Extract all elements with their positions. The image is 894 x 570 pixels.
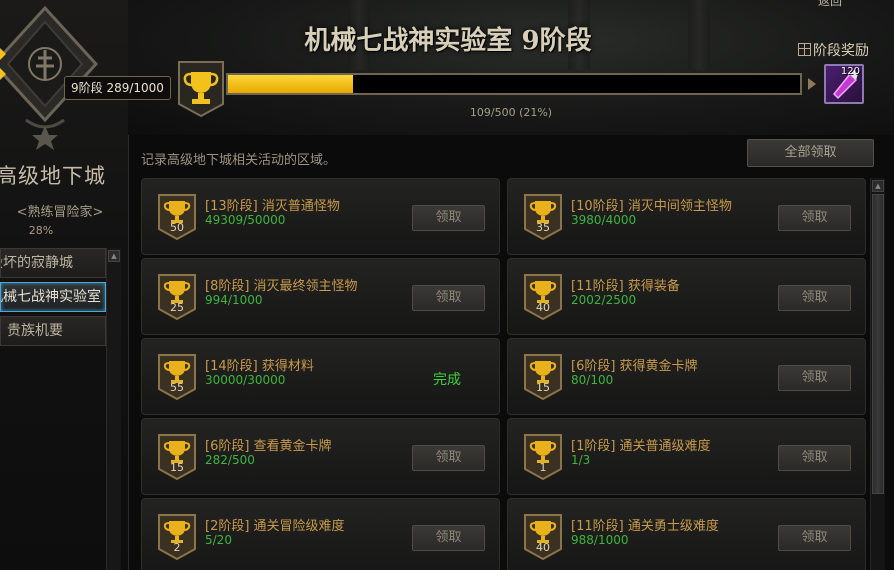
back-label: 返回	[818, 0, 843, 8]
quest-stage-number: 15	[536, 381, 550, 394]
stage-reward-label: 阶段奖励	[813, 43, 869, 59]
claim-button[interactable]: 领取	[412, 285, 485, 311]
sidebar-item-label: 毁坏的寂静城	[1, 255, 73, 271]
quest-stage-number: 15	[170, 461, 184, 474]
quest-progress: 282/500	[205, 453, 255, 467]
quest-card: 2 [2阶段] 通关冒险级难度 5/20 领取	[141, 498, 500, 570]
quest-progress: 3980/4000	[571, 213, 637, 227]
quest-title: [11阶段] 获得装备	[571, 279, 680, 294]
claim-button[interactable]: 领取	[778, 365, 851, 391]
quest-title: [14阶段] 获得材料	[205, 359, 314, 374]
quest-scrollbar[interactable]: ▲	[870, 178, 885, 570]
quest-title: [6阶段] 查看黄金卡牌	[205, 439, 332, 454]
claim-button[interactable]: 领取	[412, 525, 485, 551]
quest-card: 55 [14阶段] 获得材料 30000/30000 完成	[141, 338, 500, 415]
quest-card: 15 [6阶段] 获得黄金卡牌 80/100 领取	[507, 338, 866, 415]
sidebar-item-label: 机械七战神实验室	[0, 289, 101, 305]
quest-progress: 80/100	[571, 373, 614, 387]
quest-stage-number: 40	[536, 301, 550, 314]
stage-reward-item[interactable]: 120	[824, 64, 864, 104]
dungeon-rank: <熟练冒险家>	[16, 205, 104, 220]
dungeon-list: 毁坏的寂静城 机械七战神实验室 贵族机要	[0, 248, 106, 350]
sidebar-item-label: 贵族机要	[7, 323, 63, 339]
quest-stage-number: 25	[170, 301, 184, 314]
sidebar-item-seven-war-gods-lab[interactable]: 机械七战神实验室	[0, 282, 106, 312]
dungeon-title: 高级地下城	[0, 164, 106, 188]
claim-button[interactable]: 领取	[412, 205, 485, 231]
quest-stage-number: 40	[536, 541, 550, 554]
quest-card: 25 [8阶段] 消灭最终领主怪物 994/1000 领取	[141, 258, 500, 335]
quest-stage-number: 2	[173, 541, 181, 554]
dungeon-percent: 28%	[28, 224, 54, 237]
quest-progress: 2002/2500	[571, 293, 637, 307]
page-title: 机械七战神实验室 9阶段	[304, 26, 592, 56]
sidebar-item-silent-city[interactable]: 毁坏的寂静城	[0, 248, 106, 278]
reward-quantity: 120	[840, 66, 860, 77]
claim-button[interactable]: 领取	[778, 285, 851, 311]
quest-title: [8阶段] 消灭最终领主怪物	[205, 279, 358, 294]
gift-icon	[798, 43, 811, 56]
quest-title: [13阶段] 消灭普通怪物	[205, 199, 340, 214]
quest-card: 15 [6阶段] 查看黄金卡牌 282/500 领取	[141, 418, 500, 495]
quest-progress: 988/1000	[571, 533, 629, 547]
quest-card: 40 [11阶段] 通关勇士级难度 988/1000 领取	[507, 498, 866, 570]
claim-button[interactable]: 领取	[778, 205, 851, 231]
quest-stage-number: 1	[539, 461, 547, 474]
quest-card: 1 [1阶段] 通关普通级难度 1/3 领取	[507, 418, 866, 495]
stage-level-badge: 9阶段 289/1000	[64, 76, 171, 100]
progress-text: 109/500 (21%)	[469, 106, 553, 119]
quest-card: 40 [11阶段] 获得装备 2002/2500 领取	[507, 258, 866, 335]
progress-arrow-icon	[808, 78, 816, 90]
scroll-thumb[interactable]	[872, 194, 884, 494]
stage-reward-button[interactable]: 阶段奖励	[798, 40, 869, 60]
stage-progress-fill	[228, 75, 353, 93]
quest-grid: 50 [13阶段] 消灭普通怪物 49309/50000 领取 35 [10阶段] 消灭中…	[141, 178, 866, 570]
claim-button[interactable]: 领取	[412, 445, 485, 471]
quest-title: [11阶段] 通关勇士级难度	[571, 519, 719, 534]
quest-complete-label: 完成	[433, 372, 461, 388]
quest-title: [10阶段] 消灭中间领主怪物	[571, 199, 732, 214]
quest-stage-number: 50	[170, 221, 184, 234]
quest-progress: 1/3	[571, 453, 591, 467]
stage-progress-bar	[226, 73, 802, 95]
claim-all-button[interactable]: 全部领取	[747, 139, 874, 167]
quest-progress: 30000/30000	[205, 373, 286, 387]
quest-card: 50 [13阶段] 消灭普通怪物 49309/50000 领取	[141, 178, 500, 255]
section-description: 记录高级地下城相关活动的区域。	[141, 153, 337, 168]
scroll-up-icon[interactable]: ▲	[872, 180, 884, 192]
sidebar-item-noble-secrets[interactable]: 贵族机要	[0, 316, 106, 346]
back-button[interactable]: 返回	[818, 0, 842, 9]
quest-stage-number: 35	[536, 221, 550, 234]
quest-card: 35 [10阶段] 消灭中间领主怪物 3980/4000 领取	[507, 178, 866, 255]
quest-title: [2阶段] 通关冒险级难度	[205, 519, 345, 534]
quest-title: [1阶段] 通关普通级难度	[571, 439, 711, 454]
quest-progress: 994/1000	[205, 293, 263, 307]
scroll-up-icon[interactable]: ▲	[108, 250, 120, 262]
quest-title: [6阶段] 获得黄金卡牌	[571, 359, 698, 374]
claim-button[interactable]: 领取	[778, 525, 851, 551]
claim-button[interactable]: 领取	[778, 445, 851, 471]
quest-progress: 49309/50000	[205, 213, 286, 227]
quest-progress: 5/20	[205, 533, 232, 547]
sidebar-scrollbar[interactable]: ▲	[106, 248, 121, 570]
quest-stage-number: 55	[170, 381, 184, 394]
